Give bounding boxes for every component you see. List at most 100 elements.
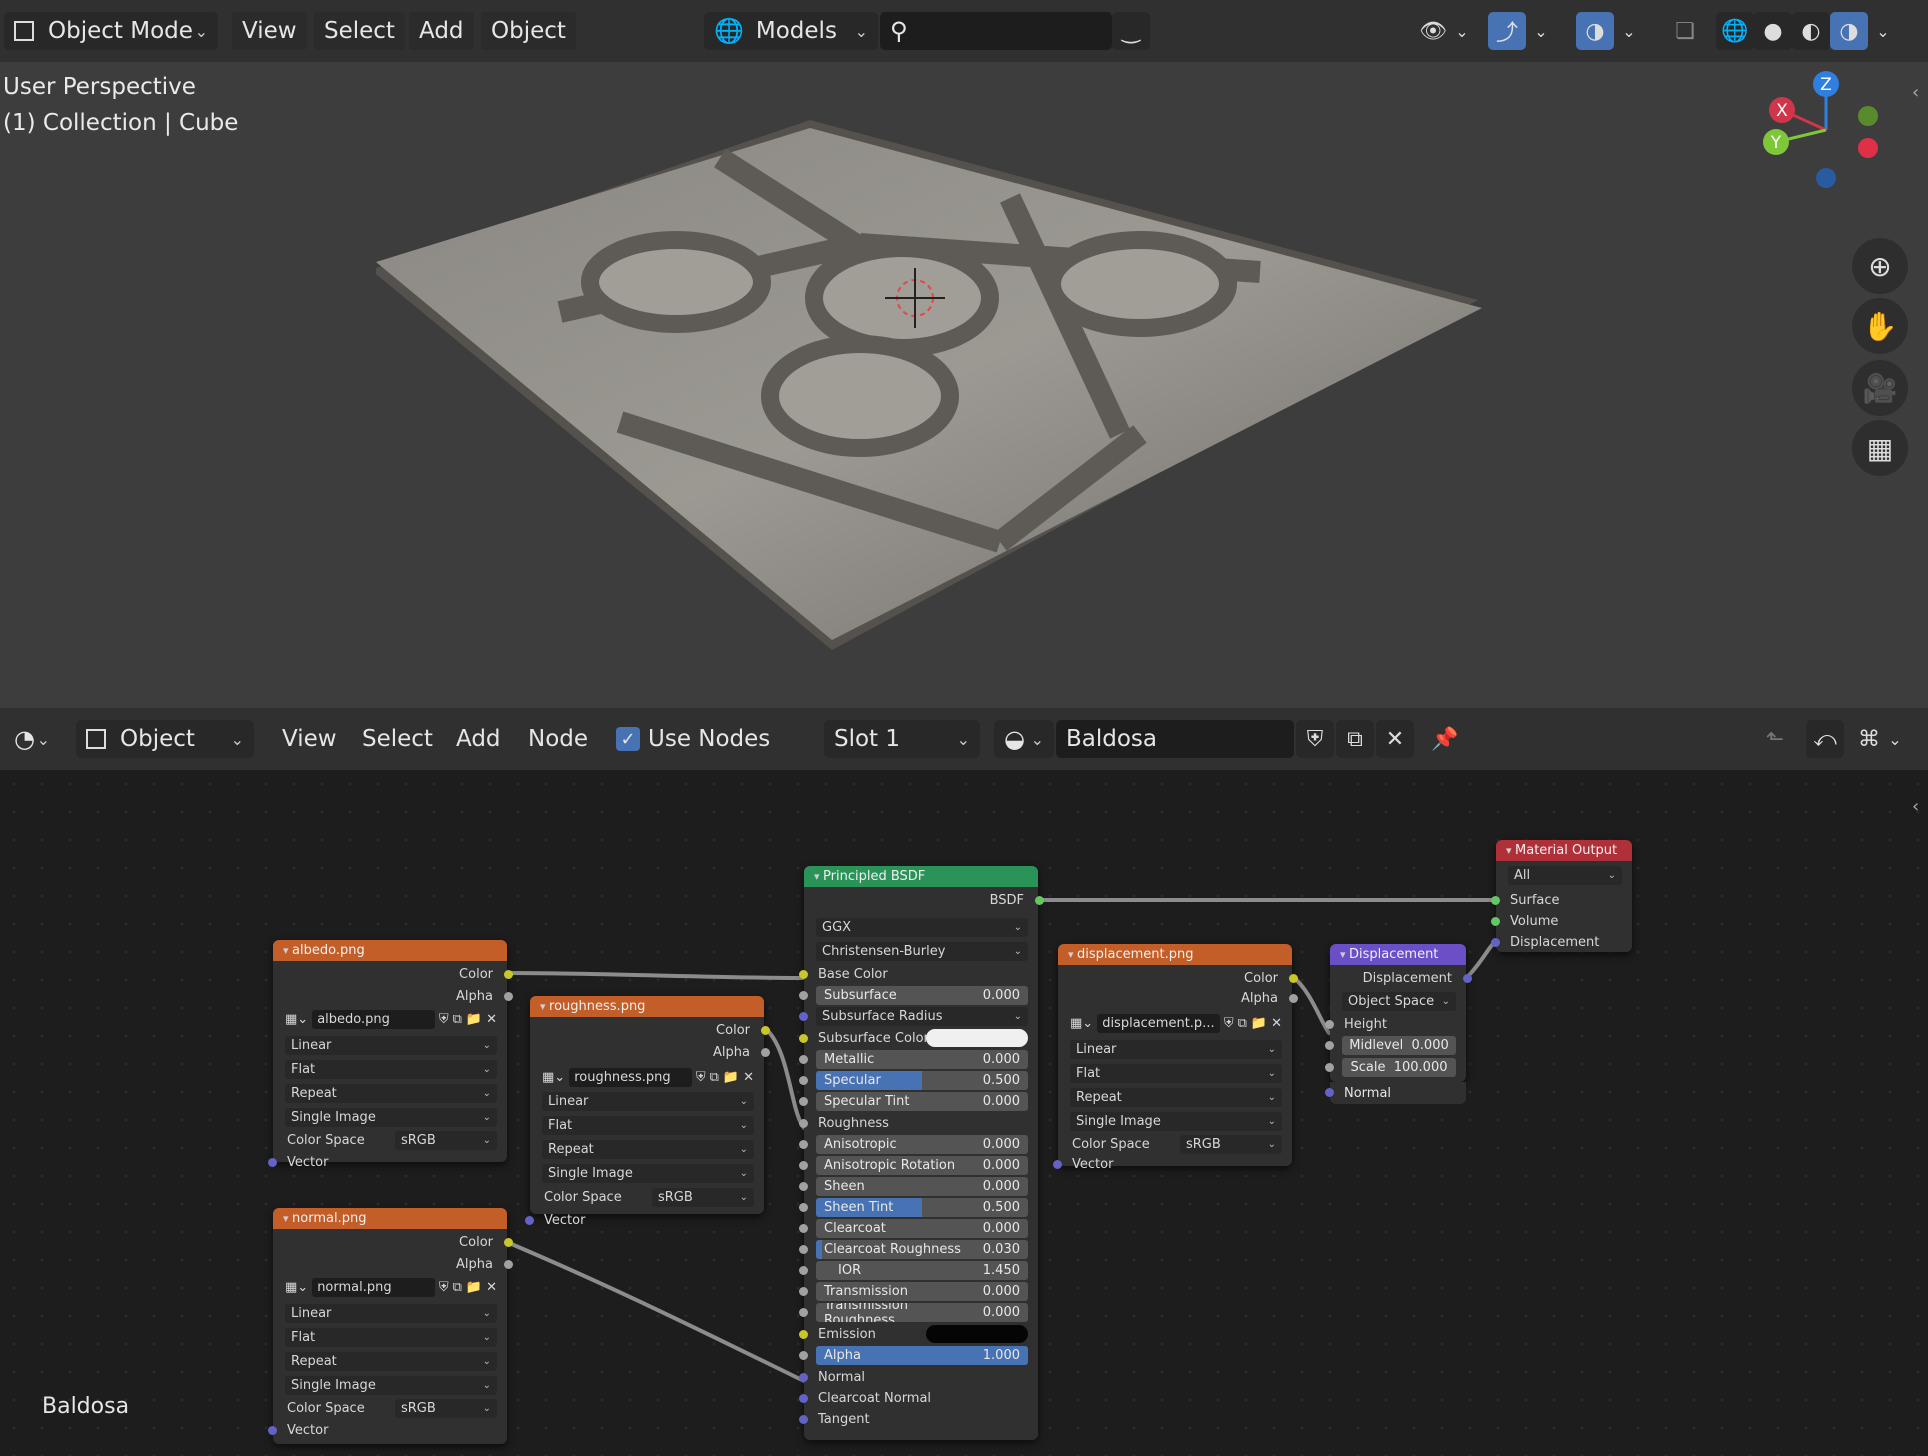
menu-object[interactable]: Object — [481, 12, 576, 50]
bsdf-specular-tint-field[interactable]: Specular Tint 0.000 — [816, 1092, 1028, 1111]
bsdf-subsurface-field[interactable]: Subsurface 0.000 — [816, 986, 1028, 1005]
copy-icon[interactable]: ⧉ — [453, 1280, 462, 1295]
bsdf-anisotropic-socket[interactable] — [799, 1140, 808, 1149]
axis-gizmo[interactable]: Z X Y — [1752, 66, 1892, 216]
neg-z-axis-handle[interactable] — [1816, 168, 1836, 188]
3d-viewport[interactable]: User Perspective (1) Collection | Cube Z… — [0, 62, 1928, 708]
gizmo-toggle-icon[interactable]: ⤴ — [1488, 12, 1526, 50]
disptex-source-dropdown[interactable]: Single Image ⌄ — [1070, 1112, 1282, 1131]
collapse-icon[interactable]: ▾ — [1340, 948, 1349, 961]
chevron-down-icon[interactable]: ⌄ — [1616, 12, 1642, 50]
bsdf-subsurface-socket[interactable] — [799, 991, 808, 1000]
solid-shading-icon[interactable]: ● — [1754, 12, 1792, 50]
zoom-icon[interactable]: ⊕ — [1852, 238, 1908, 294]
editor-type-selector[interactable]: ◔ ⌄ — [4, 720, 60, 758]
bsdf-emission-swatch[interactable] — [926, 1325, 1028, 1343]
menu-add[interactable]: Add — [409, 12, 474, 50]
filter-toggle-icon[interactable]: ‿ — [1112, 12, 1150, 50]
albedo-alpha-socket[interactable] — [504, 992, 513, 1001]
collection-selector[interactable]: 🌐 Models ⌄ — [704, 12, 878, 50]
bsdf-roughness-socket[interactable] — [799, 1119, 808, 1128]
bsdf-sheen-socket[interactable] — [799, 1182, 808, 1191]
normal-color-socket[interactable] — [504, 1238, 513, 1247]
displacement-space-dropdown[interactable]: Object Space ⌄ — [1342, 992, 1456, 1011]
search-field[interactable]: ⚲ — [880, 12, 1112, 50]
node-menu-node[interactable]: Node — [518, 720, 598, 758]
overlays-toggle-icon[interactable]: ◑ — [1576, 12, 1614, 50]
bsdf-subsurface-method-dropdown[interactable]: Christensen-Burley ⌄ — [816, 942, 1028, 961]
disptex-vector-socket[interactable] — [1053, 1160, 1062, 1169]
albedo-extension-dropdown[interactable]: Repeat ⌄ — [285, 1084, 497, 1103]
albedo-color-socket[interactable] — [504, 970, 513, 979]
bsdf-alpha-field[interactable]: Alpha 1.000 — [816, 1346, 1028, 1365]
material-browse-button[interactable]: ◒ ⌄ — [994, 720, 1054, 758]
bsdf-basecolor-socket[interactable] — [799, 970, 808, 979]
collapse-icon[interactable]: ▾ — [1506, 844, 1515, 857]
disptex-extension-dropdown[interactable]: Repeat ⌄ — [1070, 1088, 1282, 1107]
bsdf-clearcoat-roughness-field[interactable]: Clearcoat Roughness 0.030 — [816, 1240, 1028, 1259]
disptex-projection-dropdown[interactable]: Flat ⌄ — [1070, 1064, 1282, 1083]
albedo-colorspace-dropdown[interactable]: sRGB ⌄ — [395, 1131, 497, 1150]
shield-icon[interactable]: ⛨ — [696, 1070, 706, 1085]
material-name-field[interactable]: Baldosa — [1056, 720, 1294, 758]
bsdf-subsurface-color-swatch[interactable] — [926, 1029, 1028, 1047]
bsdf-clearcoat-roughness-socket[interactable] — [799, 1245, 808, 1254]
normal-source-dropdown[interactable]: Single Image ⌄ — [285, 1376, 497, 1395]
folder-icon[interactable]: 📁 — [1251, 1016, 1267, 1031]
rendered-shading-icon[interactable]: ◑ — [1830, 12, 1868, 50]
bsdf-anisotropic-rotation-field[interactable]: Anisotropic Rotation 0.000 — [816, 1156, 1028, 1175]
normal-alpha-socket[interactable] — [504, 1260, 513, 1269]
bsdf-anisotropic-rotation-socket[interactable] — [799, 1161, 808, 1170]
collapse-icon[interactable]: ▾ — [283, 1212, 292, 1225]
disptex-colorspace-dropdown[interactable]: sRGB ⌄ — [1180, 1135, 1282, 1154]
node-editor-canvas[interactable]: ▾ albedo.png Color Alpha ▦⌄ albedo.png ⛨… — [0, 770, 1928, 1456]
albedo-vector-socket[interactable] — [268, 1158, 277, 1167]
material-shading-icon[interactable]: ◐ — [1792, 12, 1830, 50]
bsdf-alpha-socket[interactable] — [799, 1351, 808, 1360]
mode-selector[interactable]: Object Mode ⌄ — [4, 12, 218, 50]
bsdf-clearcoat-field[interactable]: Clearcoat 0.000 — [816, 1219, 1028, 1238]
bsdf-subsurface-radius-dropdown[interactable]: Subsurface Radius ⌄ — [816, 1007, 1028, 1026]
bsdf-tangent-socket[interactable] — [799, 1415, 808, 1424]
roughness-vector-socket[interactable] — [525, 1216, 534, 1225]
bsdf-metallic-field[interactable]: Metallic 0.000 — [816, 1050, 1028, 1069]
parent-node-tree-icon[interactable]: ⬑ — [1756, 720, 1794, 758]
bsdf-transmission-roughness-field[interactable]: Transmission Roughness 0.000 — [816, 1303, 1028, 1322]
roughness-source-dropdown[interactable]: Single Image ⌄ — [542, 1164, 754, 1183]
collapse-icon[interactable]: ▾ — [814, 870, 823, 883]
pan-hand-icon[interactable]: ✋ — [1852, 298, 1908, 354]
collapse-icon[interactable]: ▾ — [283, 944, 292, 957]
bsdf-subsurface-radius-socket[interactable] — [799, 1012, 808, 1021]
normal-image-name[interactable]: normal.png — [312, 1278, 435, 1297]
node-albedo[interactable]: ▾ albedo.png Color Alpha ▦⌄ albedo.png ⛨… — [268, 940, 513, 1170]
visibility-icon[interactable]: 👁 — [1414, 12, 1452, 50]
use-nodes-toggle[interactable]: ✓ Use Nodes — [606, 720, 780, 758]
bsdf-transmission-socket[interactable] — [799, 1287, 808, 1296]
menu-select[interactable]: Select — [314, 12, 405, 50]
sidebar-toggle-icon[interactable]: ‹ — [1912, 796, 1919, 817]
albedo-source-dropdown[interactable]: Single Image ⌄ — [285, 1108, 497, 1127]
bsdf-ior-field[interactable]: IOR 1.450 — [816, 1261, 1028, 1280]
roughness-projection-dropdown[interactable]: Flat ⌄ — [542, 1116, 754, 1135]
close-icon[interactable]: ✕ — [1271, 1016, 1282, 1031]
bsdf-anisotropic-field[interactable]: Anisotropic 0.000 — [816, 1135, 1028, 1154]
roughness-image-name[interactable]: roughness.png — [569, 1068, 692, 1087]
bsdf-normal-socket[interactable] — [799, 1373, 808, 1382]
collapse-icon[interactable]: ▾ — [540, 1000, 549, 1013]
bsdf-specular-socket[interactable] — [799, 1076, 808, 1085]
slot-selector[interactable]: Slot 1 ⌄ — [824, 720, 980, 758]
displacement-scale-socket[interactable] — [1325, 1063, 1334, 1072]
displacement-normal-socket[interactable] — [1325, 1088, 1334, 1097]
unlink-material-icon[interactable]: ✕ — [1376, 720, 1414, 758]
neg-y-axis-handle[interactable] — [1858, 106, 1878, 126]
copy-icon[interactable]: ⧉ — [453, 1012, 462, 1027]
close-icon[interactable]: ✕ — [743, 1070, 754, 1085]
albedo-image-name[interactable]: albedo.png — [312, 1010, 435, 1029]
bsdf-sheen-tint-field[interactable]: Sheen Tint 0.500 — [816, 1198, 1028, 1217]
roughness-extension-dropdown[interactable]: Repeat ⌄ — [542, 1140, 754, 1159]
bsdf-clearcoat-normal-socket[interactable] — [799, 1394, 808, 1403]
node-displacement-header[interactable]: ▾ Displacement — [1330, 944, 1466, 965]
node-menu-add[interactable]: Add — [446, 720, 511, 758]
node-displacement-texture[interactable]: ▾ displacement.png Color Alpha ▦⌄ displa… — [1053, 944, 1298, 1172]
node-roughness-header[interactable]: ▾ roughness.png — [530, 996, 764, 1017]
